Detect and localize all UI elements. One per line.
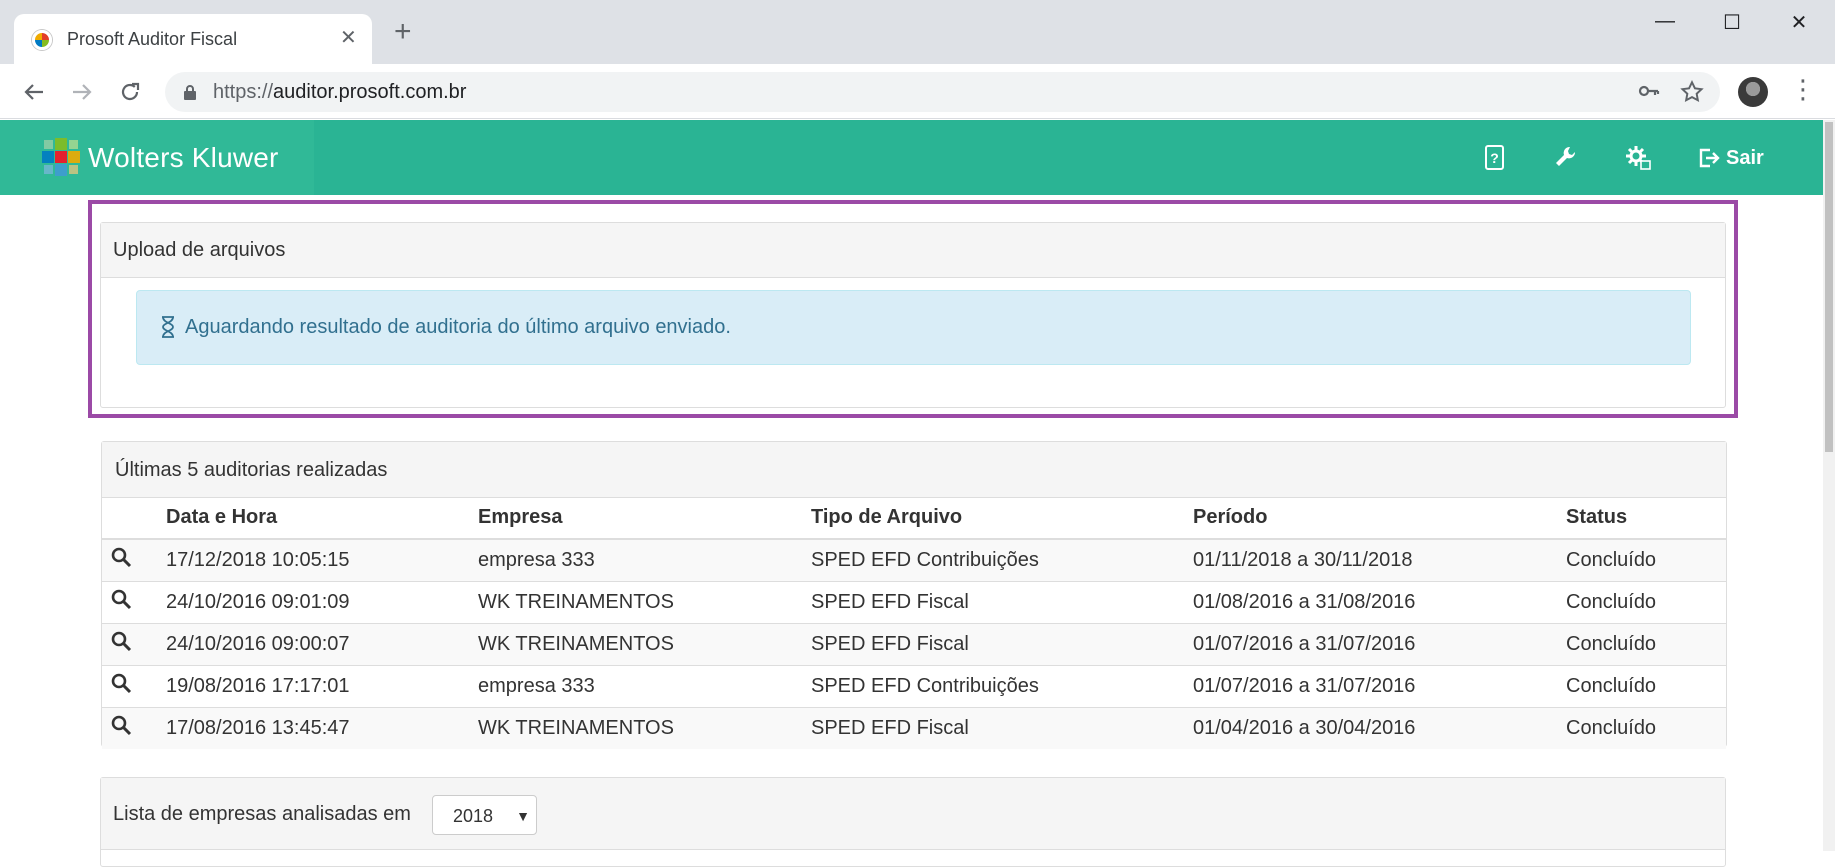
header-empresa: Empresa <box>478 497 811 540</box>
cell-empresa: empresa 333 <box>478 664 811 707</box>
cell-periodo: 01/04/2016 a 30/04/2016 <box>1193 706 1566 749</box>
url-host: auditor.prosoft.com.br <box>273 81 467 103</box>
search-icon[interactable] <box>110 630 132 652</box>
cell-tipo: SPED EFD Fiscal <box>811 706 1193 749</box>
header-periodo: Período <box>1193 497 1566 540</box>
cell-datetime: 19/08/2016 17:17:01 <box>166 664 478 707</box>
companies-panel-title: Lista de empresas analisadas em <box>113 803 411 825</box>
search-icon[interactable] <box>110 546 132 568</box>
arrow-right-icon <box>73 84 92 100</box>
search-icon[interactable] <box>110 588 132 610</box>
window-minimize-button[interactable]: — <box>1645 10 1685 40</box>
table-row: 17/12/2018 10:05:15 empresa 333 SPED EFD… <box>102 538 1726 581</box>
header-datetime: Data e Hora <box>166 497 478 540</box>
reload-button[interactable] <box>112 74 148 110</box>
cell-tipo: SPED EFD Contribuições <box>811 538 1193 581</box>
cell-periodo: 01/11/2018 a 30/11/2018 <box>1193 538 1566 581</box>
star-icon[interactable] <box>1679 79 1705 105</box>
cell-periodo: 01/07/2016 a 31/07/2016 <box>1193 664 1566 707</box>
logout-icon <box>1699 148 1720 168</box>
tab-close-icon[interactable]: ✕ <box>340 25 357 50</box>
window-close-button[interactable]: ✕ <box>1779 10 1819 40</box>
key-icon[interactable] <box>1638 80 1660 102</box>
scrollbar-thumb[interactable] <box>1825 122 1833 452</box>
cell-empresa: WK TREINAMENTOS <box>478 706 811 749</box>
cell-datetime: 17/08/2016 13:45:47 <box>166 706 478 749</box>
page-scrollbar[interactable] <box>1823 120 1835 851</box>
new-tab-button[interactable]: + <box>394 17 412 47</box>
cell-tipo: SPED EFD Contribuições <box>811 664 1193 707</box>
back-button[interactable] <box>16 74 52 110</box>
cell-status: Concluído <box>1566 622 1726 665</box>
header-status: Status <box>1566 497 1726 540</box>
cell-datetime: 24/10/2016 09:01:09 <box>166 580 478 623</box>
url-scheme: https:// <box>213 81 274 103</box>
cell-tipo: SPED EFD Fiscal <box>811 622 1193 665</box>
tab-title: Prosoft Auditor Fiscal <box>67 29 238 49</box>
cell-status: Concluído <box>1566 580 1726 623</box>
search-icon[interactable] <box>110 714 132 736</box>
upload-status-text: Aguardando resultado de auditoria do últ… <box>185 316 731 338</box>
recent-audits-panel: Últimas 5 auditorias realizadas Data e H… <box>101 441 1727 749</box>
cell-datetime: 17/12/2018 10:05:15 <box>166 538 478 581</box>
chevron-down-icon: ▼ <box>516 808 530 824</box>
header-tipo: Tipo de Arquivo <box>811 497 1193 540</box>
header-icon-cell <box>102 497 166 540</box>
cell-periodo: 01/08/2016 a 31/08/2016 <box>1193 580 1566 623</box>
table-row: 17/08/2016 13:45:47 WK TREINAMENTOS SPED… <box>102 706 1726 749</box>
year-select-value: 2018 <box>453 806 494 826</box>
wolters-kluwer-logo-icon <box>42 138 80 176</box>
address-bar[interactable]: https://auditor.prosoft.com.br <box>165 72 1720 112</box>
forward-button[interactable] <box>64 74 100 110</box>
brand-name: Wolters Kluwer <box>88 142 279 173</box>
recent-audits-table: Data e Hora Empresa Tipo de Arquivo Perí… <box>102 497 1726 749</box>
row-search-cell <box>102 664 166 707</box>
recent-audits-title: Últimas 5 auditorias realizadas <box>102 442 1726 498</box>
table-row: 19/08/2016 17:17:01 empresa 333 SPED EFD… <box>102 664 1726 707</box>
favicon-icon <box>32 30 52 50</box>
help-icon[interactable]: ? <box>1476 140 1512 176</box>
browser-menu-icon[interactable]: ⋮ <box>1790 74 1816 104</box>
row-search-cell <box>102 538 166 581</box>
search-icon[interactable] <box>110 672 132 694</box>
table-row: 24/10/2016 09:01:09 WK TREINAMENTOS SPED… <box>102 580 1726 623</box>
wrench-icon[interactable] <box>1548 140 1584 176</box>
url-text[interactable]: https://auditor.prosoft.com.br <box>213 81 466 104</box>
browser-tab-strip: Prosoft Auditor Fiscal ✕ + — ☐ ✕ <box>0 0 1835 64</box>
year-select[interactable]: 2018 ▼ <box>432 795 537 835</box>
table-header-row: Data e Hora Empresa Tipo de Arquivo Perí… <box>102 497 1726 540</box>
cell-status: Concluído <box>1566 538 1726 581</box>
companies-panel: Lista de empresas analisadas em 2018 ▼ <box>100 777 1726 867</box>
cell-status: Concluído <box>1566 706 1726 749</box>
lock-icon <box>184 85 196 100</box>
upload-panel: Upload de arquivos Aguardando resultado … <box>100 222 1726 408</box>
profile-avatar[interactable] <box>1738 77 1768 107</box>
cell-tipo: SPED EFD Fiscal <box>811 580 1193 623</box>
app-header: Wolters Kluwer ? Sair <box>0 120 1823 195</box>
cell-status: Concluído <box>1566 664 1726 707</box>
logout-label: Sair <box>1726 146 1764 169</box>
arrow-left-icon <box>24 84 43 100</box>
cell-periodo: 01/07/2016 a 31/07/2016 <box>1193 622 1566 665</box>
reload-icon <box>121 82 140 101</box>
browser-toolbar: https://auditor.prosoft.com.br ⋮ <box>0 64 1835 119</box>
brand-logo[interactable]: Wolters Kluwer <box>0 120 314 195</box>
table-row: 24/10/2016 09:00:07 WK TREINAMENTOS SPED… <box>102 622 1726 665</box>
window-maximize-button[interactable]: ☐ <box>1712 10 1752 40</box>
hourglass-icon <box>162 316 174 338</box>
logout-button[interactable]: Sair <box>1698 140 1764 176</box>
row-search-cell <box>102 706 166 749</box>
svg-text:?: ? <box>1490 150 1499 166</box>
row-search-cell <box>102 580 166 623</box>
cell-empresa: WK TREINAMENTOS <box>478 622 811 665</box>
cell-empresa: empresa 333 <box>478 538 811 581</box>
companies-panel-heading: Lista de empresas analisadas em 2018 ▼ <box>101 778 1725 850</box>
upload-panel-title: Upload de arquivos <box>101 223 1725 278</box>
upload-status-alert: Aguardando resultado de auditoria do últ… <box>136 290 1691 365</box>
cell-datetime: 24/10/2016 09:00:07 <box>166 622 478 665</box>
settings-icon[interactable] <box>1620 140 1656 176</box>
browser-tab[interactable]: Prosoft Auditor Fiscal ✕ <box>14 14 372 64</box>
cell-empresa: WK TREINAMENTOS <box>478 580 811 623</box>
row-search-cell <box>102 622 166 665</box>
